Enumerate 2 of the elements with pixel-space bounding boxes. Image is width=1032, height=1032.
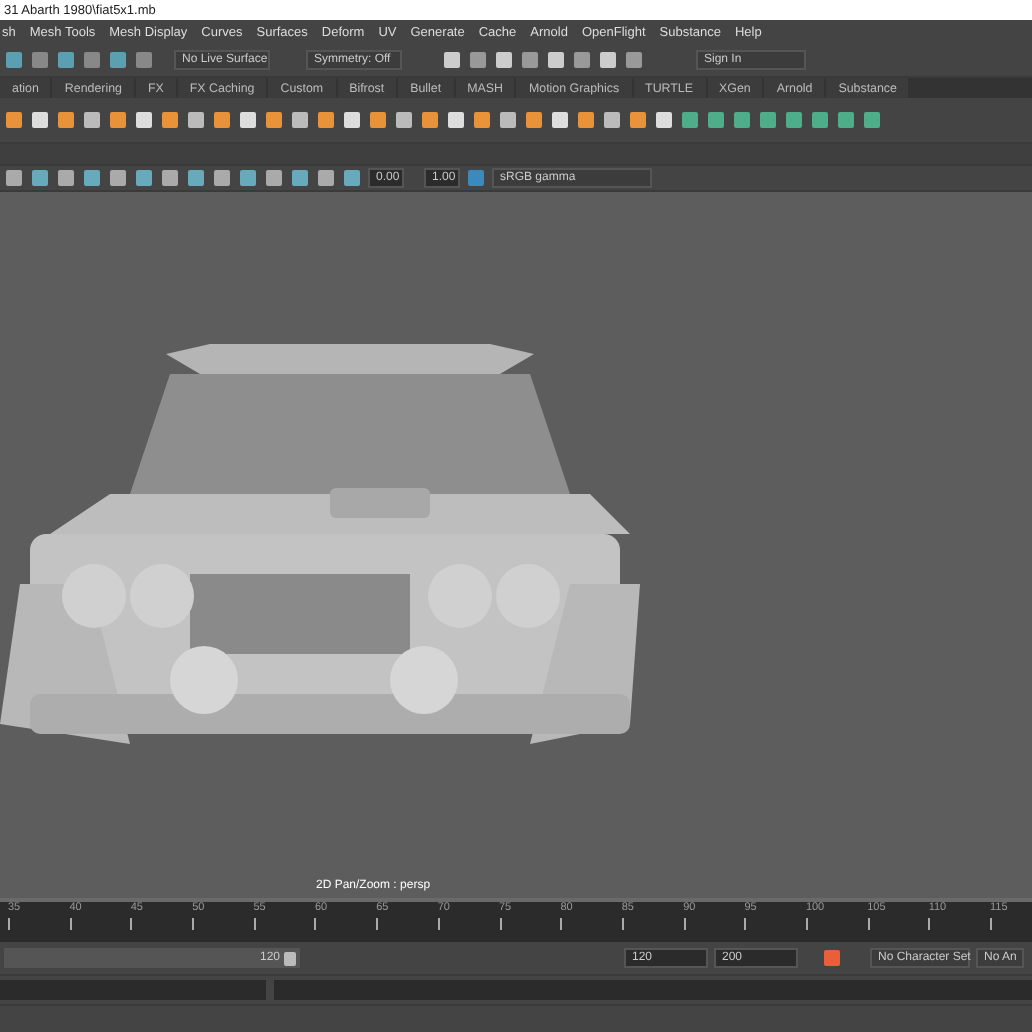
command-field[interactable] (0, 980, 266, 1000)
slider-handle[interactable] (284, 951, 296, 965)
